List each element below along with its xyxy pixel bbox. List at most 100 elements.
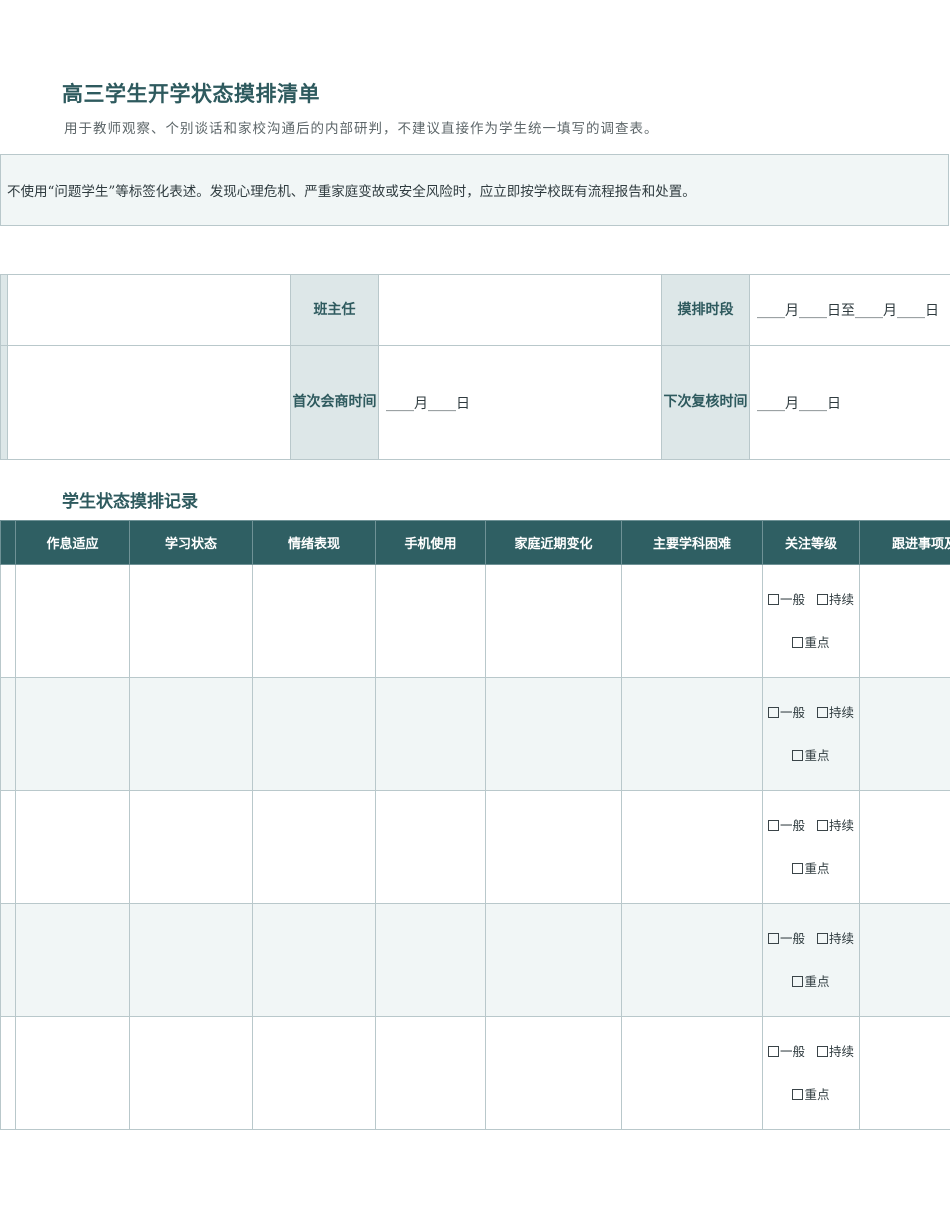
level-option-checkbox[interactable]: 持续 — [817, 691, 854, 734]
row-stub-cell — [0, 790, 16, 904]
level-option-label: 重点 — [804, 635, 830, 650]
record-field-cell[interactable] — [252, 903, 376, 1017]
records-table: 作息适应 学习状态 情绪表现 手机使用 家庭近期变化 主要学科困难 关注等级 跟… — [0, 520, 950, 1130]
teacher-field[interactable] — [378, 274, 662, 346]
level-option-checkbox[interactable]: 重点 — [792, 734, 830, 777]
period-field[interactable]: ____月____日至____月____日 — [749, 274, 950, 346]
info-field-blank[interactable] — [7, 274, 291, 346]
table-row: 一般 持续重点 — [0, 790, 950, 904]
record-field-cell[interactable] — [375, 903, 486, 1017]
level-option-checkbox[interactable]: 重点 — [792, 960, 830, 1003]
row-stub-cell — [0, 903, 16, 1017]
record-field-cell[interactable] — [375, 564, 486, 678]
concern-level-cell: 一般 持续重点 — [762, 790, 860, 904]
record-field-cell[interactable] — [375, 677, 486, 791]
checkbox-icon — [817, 1046, 828, 1057]
level-option-label: 一般 — [779, 818, 805, 833]
row-stub-cell — [0, 677, 16, 791]
record-field-cell[interactable] — [375, 790, 486, 904]
notice-text: 不使用“问题学生”等标签化表述。发现心理危机、严重家庭变故或安全风险时，应立即按… — [7, 184, 696, 200]
records-body: 一般 持续 重点 一般 持续 重点 一般 持续 重点 一般 持续 重点 一般 持续 重点 — [0, 564, 950, 1130]
level-option-checkbox[interactable]: 持续 — [817, 1030, 854, 1073]
level-option-checkbox[interactable]: 重点 — [792, 621, 830, 664]
record-field-cell[interactable] — [485, 564, 622, 678]
column-header: 关注等级 — [762, 520, 860, 565]
record-field-cell[interactable] — [621, 903, 763, 1017]
record-field-cell[interactable] — [859, 790, 950, 904]
record-field-cell[interactable] — [252, 790, 376, 904]
level-option-checkbox[interactable]: 一般 — [767, 804, 805, 847]
record-field-cell[interactable] — [859, 903, 950, 1017]
record-field-cell[interactable] — [15, 677, 130, 791]
checkbox-icon — [767, 820, 779, 831]
level-option-checkbox[interactable]: 一般 — [767, 691, 805, 734]
level-option-label: 重点 — [804, 861, 830, 876]
row-stub-cell — [0, 1016, 16, 1130]
checkbox-icon — [792, 863, 804, 874]
level-option-checkbox[interactable]: 一般 — [767, 578, 805, 621]
record-field-cell[interactable] — [859, 564, 950, 678]
record-field-cell[interactable] — [621, 790, 763, 904]
record-field-cell[interactable] — [252, 1016, 376, 1130]
record-field-cell[interactable] — [859, 677, 950, 791]
notice-box: 不使用“问题学生”等标签化表述。发现心理危机、严重家庭变故或安全风险时，应立即按… — [0, 154, 949, 226]
next-review-field[interactable]: ____月____日 — [749, 345, 950, 460]
checkbox-icon — [817, 933, 828, 944]
level-option-label: 持续 — [829, 1044, 855, 1059]
column-header: 学习状态 — [129, 520, 253, 565]
record-field-cell[interactable] — [621, 1016, 763, 1130]
record-field-cell[interactable] — [15, 790, 130, 904]
record-field-cell[interactable] — [252, 564, 376, 678]
level-option-checkbox[interactable]: 持续 — [817, 578, 854, 621]
record-field-cell[interactable] — [859, 1016, 950, 1130]
level-option-label: 一般 — [779, 931, 805, 946]
table-row: 一般 持续重点 — [0, 677, 950, 791]
record-field-cell[interactable] — [485, 677, 622, 791]
level-option-checkbox[interactable]: 重点 — [792, 1073, 830, 1116]
level-option-label: 持续 — [829, 705, 855, 720]
level-option-checkbox[interactable]: 一般 — [767, 917, 805, 960]
record-field-cell[interactable] — [129, 790, 253, 904]
concern-level-cell: 一般 持续重点 — [762, 1016, 860, 1130]
record-field-cell[interactable] — [15, 1016, 130, 1130]
checkbox-icon — [817, 594, 828, 605]
checkbox-icon — [767, 1046, 779, 1057]
level-option-label: 持续 — [829, 818, 855, 833]
level-option-checkbox[interactable]: 持续 — [817, 917, 854, 960]
record-field-cell[interactable] — [15, 564, 130, 678]
table-row: 一般 持续重点 — [0, 1016, 950, 1130]
page-title: 高三学生开学状态摸排清单 — [62, 82, 320, 106]
checkbox-icon — [792, 637, 804, 648]
teacher-label: 班主任 — [290, 274, 379, 346]
level-option-label: 重点 — [804, 748, 830, 763]
next-review-label: 下次复核时间 — [661, 345, 750, 460]
level-option-checkbox[interactable]: 一般 — [767, 1030, 805, 1073]
table-row: 一般 持续 重点 — [0, 903, 950, 1017]
record-field-cell[interactable] — [252, 677, 376, 791]
info-row-stub — [0, 345, 8, 460]
level-option-checkbox[interactable]: 重点 — [792, 847, 830, 890]
column-header: 情绪表现 — [252, 520, 376, 565]
record-field-cell[interactable] — [621, 564, 763, 678]
checkbox-icon — [767, 594, 779, 605]
first-meeting-field[interactable]: ____月____日 — [378, 345, 662, 460]
record-field-cell[interactable] — [485, 903, 622, 1017]
level-option-checkbox[interactable]: 持续 — [817, 804, 854, 847]
period-label: 摸排时段 — [661, 274, 750, 346]
concern-level-cell: 一般 持续 重点 — [762, 903, 860, 1017]
record-field-cell[interactable] — [621, 677, 763, 791]
record-field-cell[interactable] — [485, 790, 622, 904]
record-field-cell[interactable] — [15, 903, 130, 1017]
column-header: 主要学科困难 — [621, 520, 763, 565]
record-field-cell[interactable] — [129, 903, 253, 1017]
record-field-cell[interactable] — [485, 1016, 622, 1130]
record-field-cell[interactable] — [375, 1016, 486, 1130]
record-field-cell[interactable] — [129, 564, 253, 678]
record-field-cell[interactable] — [129, 1016, 253, 1130]
page-subtitle: 用于教师观察、个别谈话和家校沟通后的内部研判，不建议直接作为学生统一填写的调查表… — [64, 121, 659, 137]
column-header: 手机使用 — [375, 520, 486, 565]
info-field-blank[interactable] — [7, 345, 291, 460]
record-field-cell[interactable] — [129, 677, 253, 791]
info-row-stub — [0, 274, 8, 346]
row-stub-cell — [0, 564, 16, 678]
